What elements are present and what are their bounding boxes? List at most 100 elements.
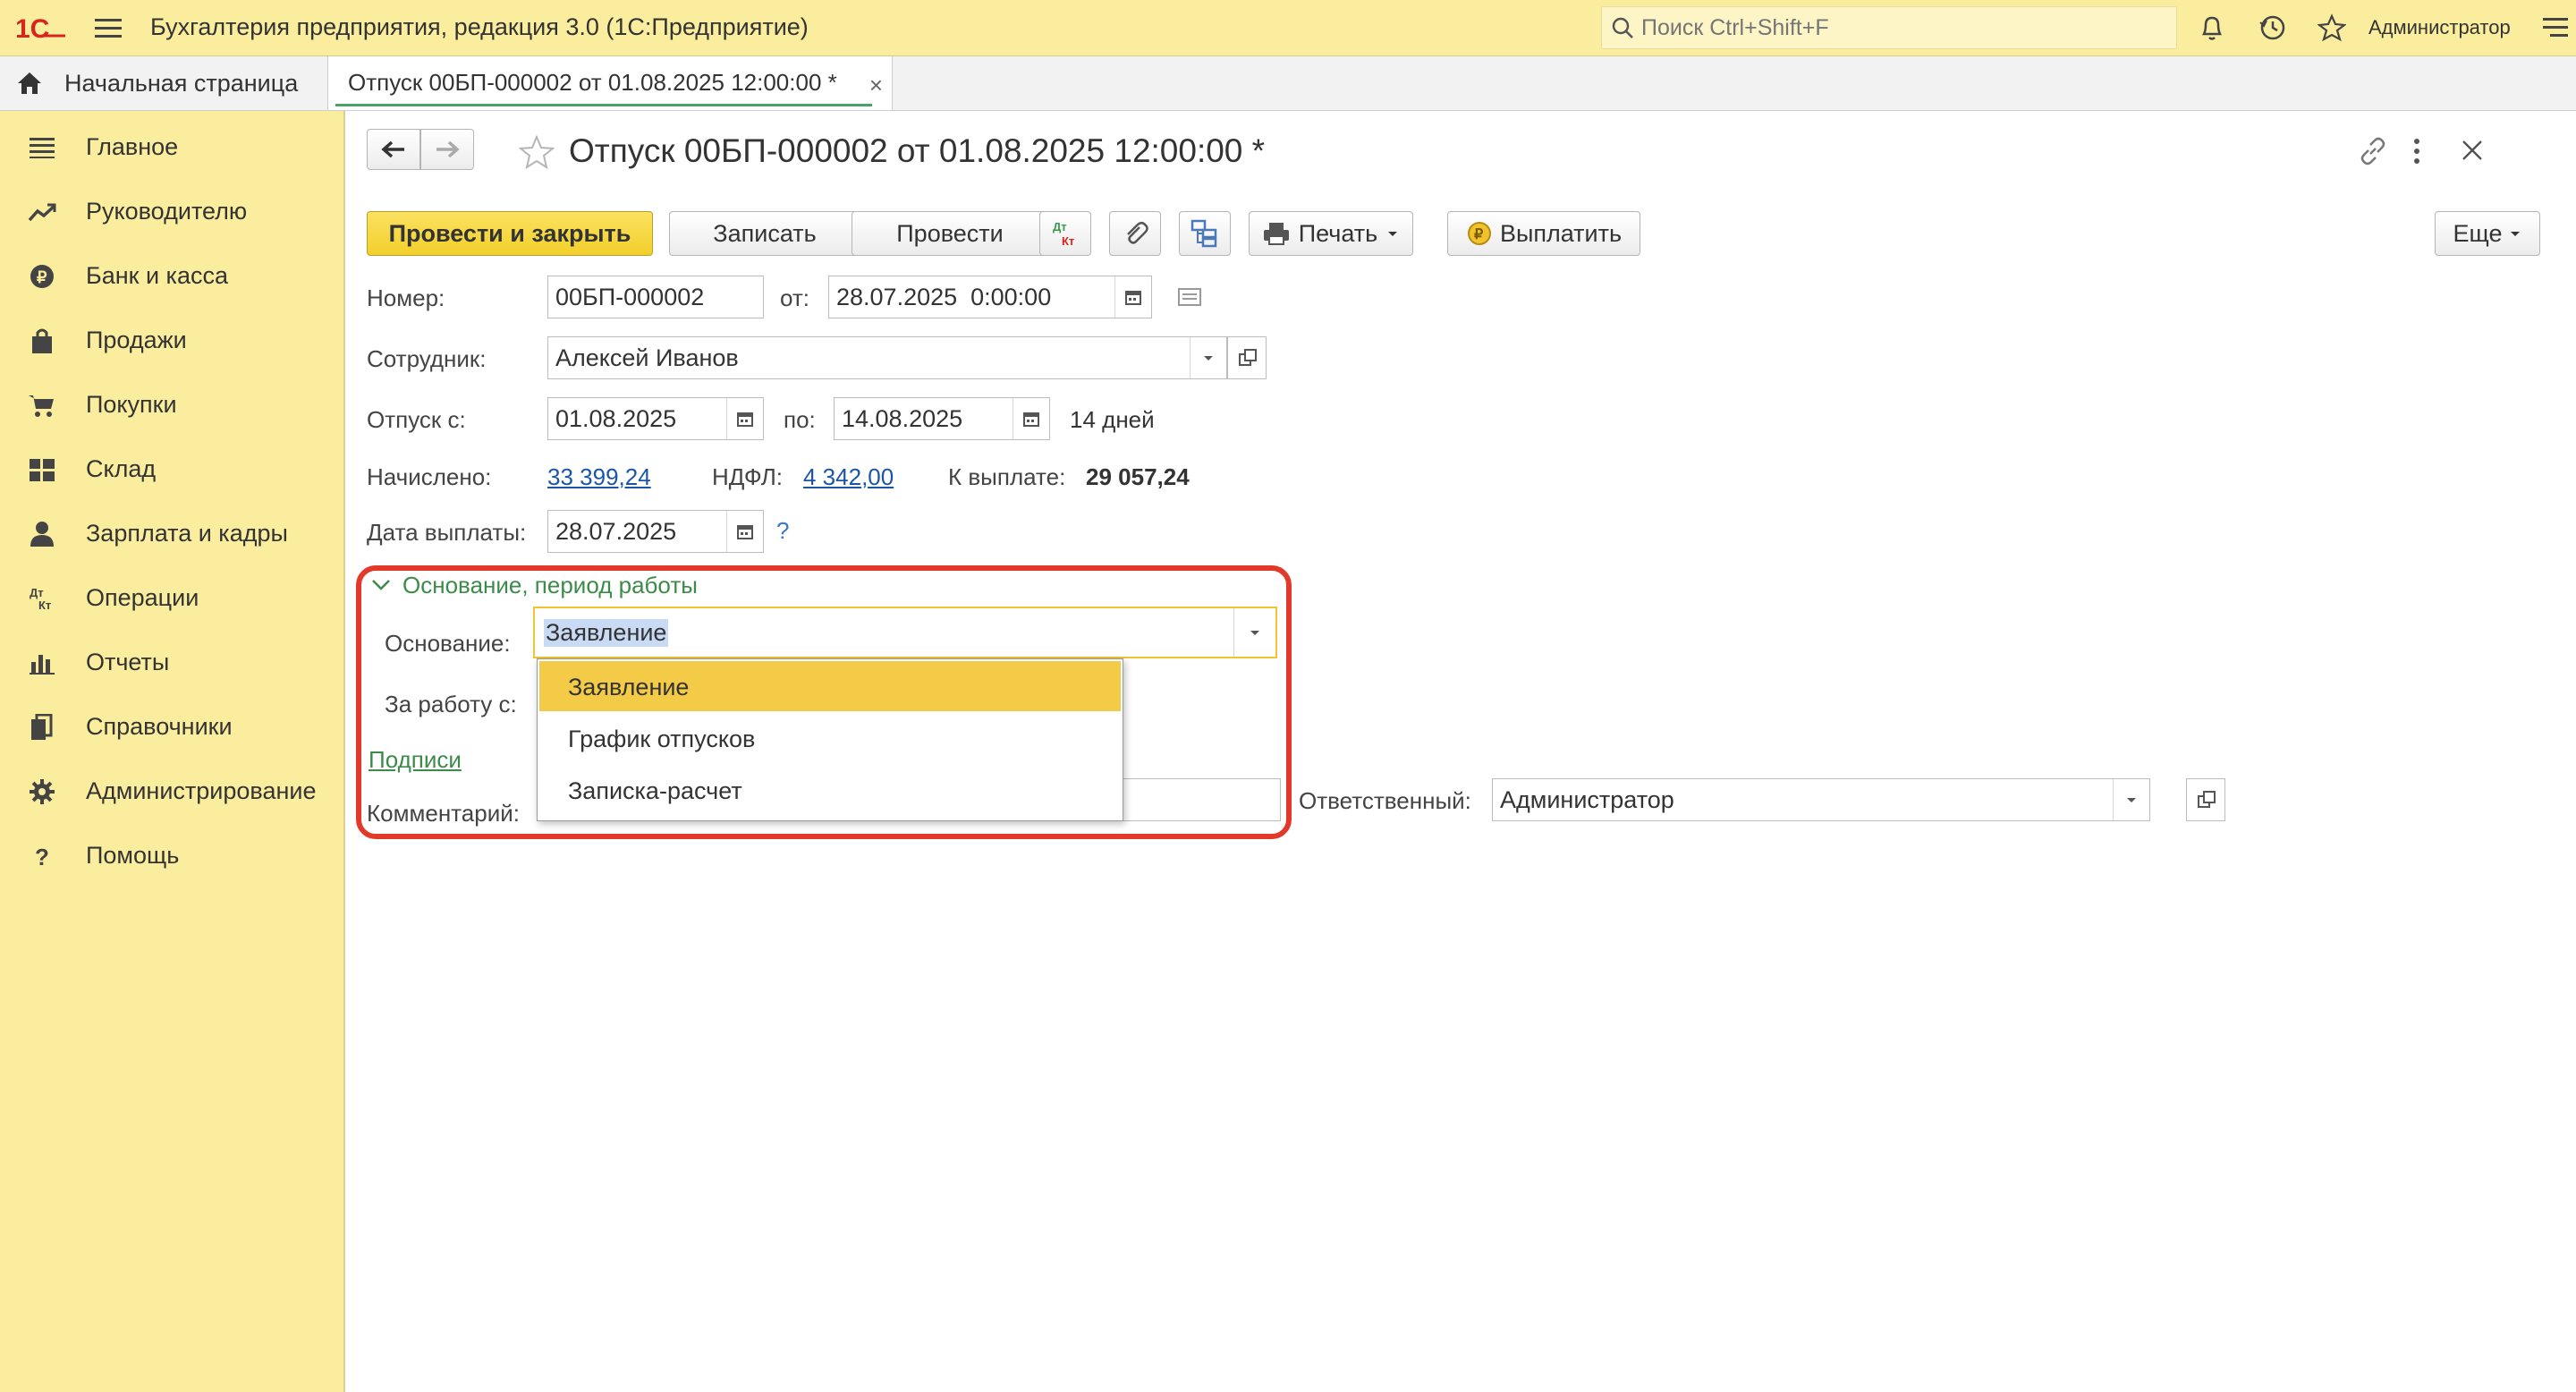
sidebar-item-purchases[interactable]: Покупки [0,376,343,429]
svg-text:?: ? [35,844,49,870]
calendar-icon[interactable] [726,511,763,552]
tab-home[interactable]: Начальная страница [0,56,322,110]
sidebar-item-label: Администрирование [86,777,317,804]
payout-value: 29 057,24 [1086,463,1190,490]
employee-label: Сотрудник: [367,345,487,372]
vacation-from-input[interactable] [555,403,722,434]
dt-kt-button[interactable]: Дт Кт [1039,211,1091,256]
pay-button[interactable]: ₽ Выплатить [1447,211,1640,256]
tab-bar: Начальная страница Отпуск 00БП-000002 от… [0,56,2576,111]
pay-date-field[interactable] [547,510,764,553]
sidebar-item-operations[interactable]: Дт Кт Операции [0,569,343,623]
favorite-star-icon[interactable] [519,134,555,170]
sidebar-item-label: Банк и касса [86,262,228,289]
vacation-to-input[interactable] [842,403,1008,434]
chevron-down-icon [1388,232,1398,236]
chevron-down-icon [372,580,390,590]
save-button[interactable]: Записать [669,211,860,256]
more-label: Еще [2453,219,2503,247]
post-and-close-button[interactable]: Провести и закрыть [367,211,653,256]
responsible-label: Ответственный: [1299,787,1471,814]
ndfl-link[interactable]: 4 342,00 [803,463,894,491]
star-icon[interactable] [2313,9,2351,47]
forward-button[interactable] [420,129,474,170]
history-icon[interactable] [2254,9,2292,47]
hamburger-menu-icon[interactable] [89,9,127,47]
comment-note-icon[interactable] [1177,286,1204,308]
search-icon [1612,17,1633,38]
sidebar-item-label: Справочники [86,713,233,740]
back-button[interactable] [367,129,420,170]
calendar-icon[interactable] [726,398,763,439]
svg-text:Дт: Дт [30,586,44,599]
sidebar-item-sales[interactable]: Продажи [0,311,343,365]
dropdown-option[interactable]: Заявление [539,661,1121,711]
app-title: Бухгалтерия предприятия, редакция 3.0 (1… [150,13,809,40]
close-form-icon[interactable] [2460,138,2485,163]
sidebar-item-references[interactable]: Справочники [0,698,343,751]
svg-text:Дт: Дт [1053,220,1067,233]
sidebar-item-main[interactable]: Главное [0,118,343,172]
svg-text:₽: ₽ [1474,227,1483,242]
print-button[interactable]: Печать [1249,211,1413,256]
pay-date-input[interactable] [555,516,722,547]
1c-logo-icon[interactable]: 1С [13,9,68,47]
vacation-to-field[interactable] [834,397,1050,440]
more-vertical-icon[interactable] [2408,136,2426,166]
date-input[interactable] [836,282,1110,312]
calendar-icon[interactable] [1013,398,1049,439]
dropdown-arrow-icon[interactable] [1233,608,1275,657]
open-employee-button[interactable] [1227,336,1267,379]
employee-input[interactable] [555,343,1183,373]
vacation-to-label: по: [784,406,816,433]
global-search[interactable] [1601,6,2177,49]
printer-icon [1263,223,1289,245]
accrued-label: Начислено: [367,463,492,490]
sidebar-item-manager[interactable]: Руководителю [0,182,343,236]
sidebar-item-administration[interactable]: Администрирование [0,762,343,816]
sidebar-item-reports[interactable]: Отчеты [0,633,343,687]
bell-icon[interactable] [2193,9,2231,47]
accrued-link[interactable]: 33 399,24 [547,463,651,491]
responsible-input[interactable] [1500,785,2106,815]
sidebar-item-bank[interactable]: ₽ Банк и касса [0,247,343,301]
ruble-coin-icon: ₽ [1467,222,1491,245]
signatures-link[interactable]: Подписи [369,746,462,774]
dropdown-option[interactable]: График отпусков [539,713,1121,763]
section-title: Основание, период работы [402,571,698,598]
settings-menu-icon[interactable] [2537,9,2574,47]
dropdown-arrow-icon[interactable] [1190,337,1226,378]
employee-field[interactable] [547,336,1227,379]
search-input[interactable] [1640,11,2162,45]
attach-button[interactable] [1109,211,1161,256]
number-field[interactable] [547,276,764,318]
basis-field[interactable]: Заявление [533,607,1277,658]
sidebar-item-label: Руководителю [86,198,248,225]
sidebar-item-payroll[interactable]: Зарплата и кадры [0,505,343,558]
post-button[interactable]: Провести [852,211,1048,256]
structure-button[interactable] [1179,211,1231,256]
responsible-field[interactable] [1492,778,2150,821]
user-name[interactable]: Администратор [2368,16,2511,39]
basis-dropdown-list: Заявление График отпусков Записка-расчет [537,658,1123,821]
sidebar-item-help[interactable]: ? Помощь [0,827,343,880]
dropdown-arrow-icon[interactable] [2113,779,2149,820]
open-responsible-button[interactable] [2186,778,2225,821]
sidebar-item-warehouse[interactable]: Склад [0,440,343,494]
dropdown-option[interactable]: Записка-расчет [539,765,1121,815]
more-button[interactable]: Еще [2435,211,2540,256]
sidebar-item-label: Операции [86,584,199,611]
close-tab-icon[interactable]: × [869,72,883,99]
date-field[interactable] [828,276,1152,318]
section-header[interactable]: Основание, период работы [370,571,698,599]
tab-home-label: Начальная страница [64,70,299,97]
calendar-icon[interactable] [1114,276,1151,318]
tab-document[interactable]: Отпуск 00БП-000002 от 01.08.2025 12:00:0… [327,56,893,110]
basis-input-value[interactable]: Заявление [544,619,669,647]
link-icon[interactable] [2356,134,2390,168]
help-question-icon[interactable]: ? [776,517,789,545]
open-link-icon [2198,791,2216,808]
number-input[interactable] [555,282,756,312]
vacation-from-field[interactable] [547,397,764,440]
vacation-from-label: Отпуск с: [367,406,466,433]
